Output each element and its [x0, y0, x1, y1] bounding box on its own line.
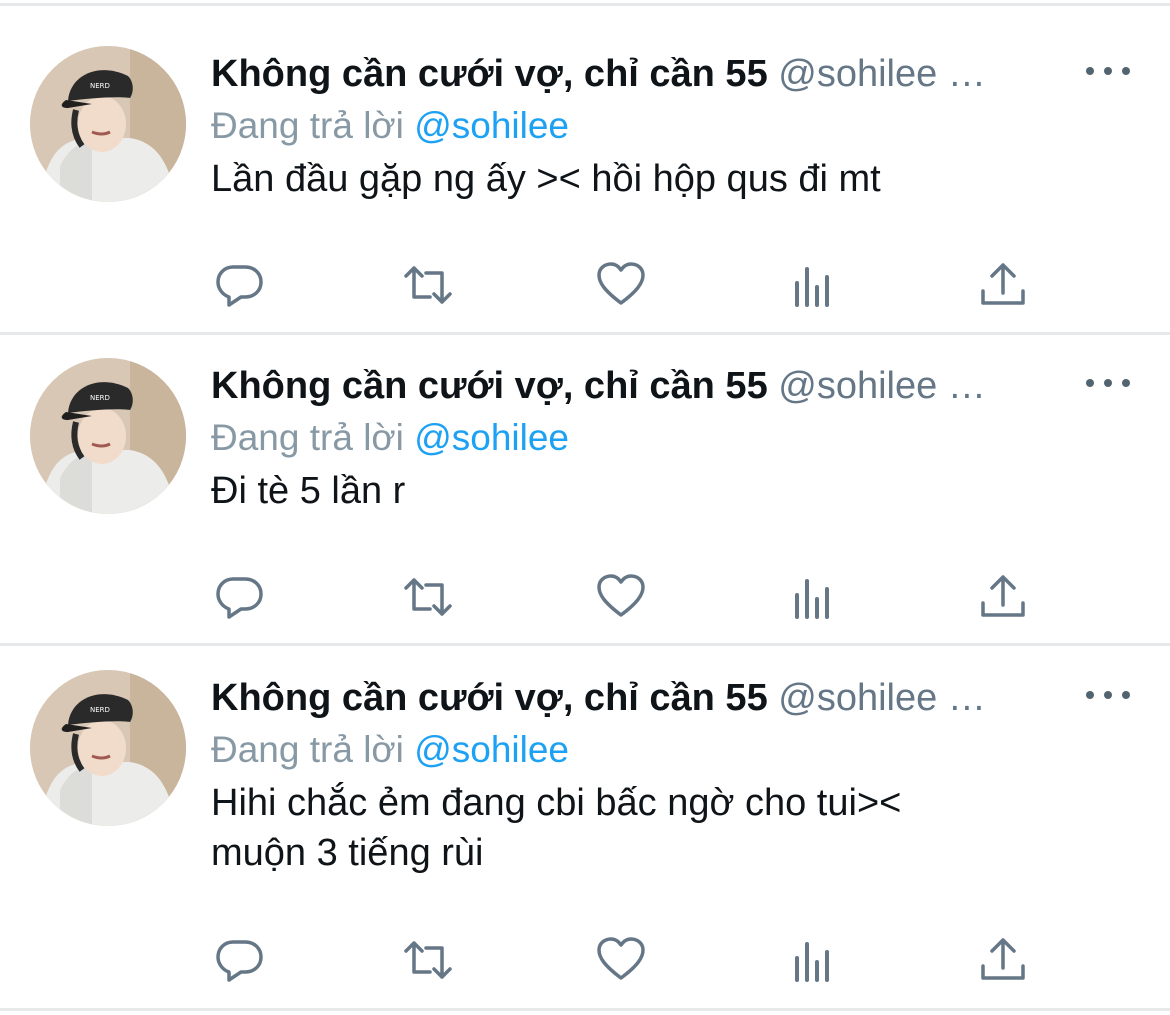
action-bar [0, 257, 1170, 313]
tweet-text-line: muộn 3 tiếng rùi [211, 832, 484, 874]
analytics-icon[interactable] [785, 569, 841, 625]
author-handle[interactable]: @sohilee … [778, 677, 986, 719]
tweet-text: Đi tè 5 lần r [211, 466, 1111, 516]
tweet-text-line: Hihi chắc ẻm đang cbi bấc ngờ cho tui>< [211, 782, 902, 824]
reply-icon[interactable] [211, 932, 267, 988]
reply-icon[interactable] [211, 569, 267, 625]
tweet[interactable]: NERD Không cần cưới vợ, chỉ cần 55 @sohi… [0, 32, 1170, 332]
divider [0, 332, 1170, 335]
tweet-header: Không cần cưới vợ, chỉ cần 55 @sohilee … [211, 50, 1091, 98]
avatar[interactable]: NERD [30, 358, 186, 514]
reply-mention[interactable]: @sohilee [414, 729, 569, 770]
divider [0, 3, 1170, 6]
author-name[interactable]: Không cần cưới vợ, chỉ cần 55 [211, 53, 768, 95]
action-bar [0, 932, 1170, 988]
tweet-header: Không cần cưới vợ, chỉ cần 55 @sohilee … [211, 362, 1091, 410]
author-name[interactable]: Không cần cưới vợ, chỉ cần 55 [211, 677, 768, 719]
action-bar [0, 569, 1170, 625]
share-icon[interactable] [975, 932, 1031, 988]
reply-context: Đang trả lời @sohilee [211, 102, 569, 150]
author-name[interactable]: Không cần cưới vợ, chỉ cần 55 [211, 365, 768, 407]
reply-icon[interactable] [211, 257, 267, 313]
tweet-text-line: Đi tè 5 lần r [211, 470, 406, 512]
tweet[interactable]: NERD Không cần cưới vợ, chỉ cần 55 @sohi… [0, 656, 1170, 1006]
avatar[interactable]: NERD [30, 670, 186, 826]
more-icon[interactable] [1086, 56, 1130, 86]
svg-text:NERD: NERD [90, 706, 110, 714]
tweet-text: Lần đầu gặp ng ấy >< hồi hộp qus đi mt [211, 154, 1111, 204]
tweet-text: Hihi chắc ẻm đang cbi bấc ngờ cho tui>< … [211, 778, 1111, 878]
tweet-feed: NERD Không cần cưới vợ, chỉ cần 55 @sohi… [0, 0, 1170, 1015]
heart-icon[interactable] [593, 257, 649, 313]
tweet-text-line: Lần đầu gặp ng ấy >< hồi hộp qus đi mt [211, 158, 881, 200]
reply-prefix: Đang trả lời [211, 105, 415, 146]
analytics-icon[interactable] [785, 932, 841, 988]
share-icon[interactable] [975, 257, 1031, 313]
reply-context: Đang trả lời @sohilee [211, 726, 569, 774]
share-icon[interactable] [975, 569, 1031, 625]
author-handle[interactable]: @sohilee … [778, 365, 986, 407]
author-handle[interactable]: @sohilee … [778, 53, 986, 95]
reply-context: Đang trả lời @sohilee [211, 414, 569, 462]
tweet[interactable]: NERD Không cần cưới vợ, chỉ cần 55 @sohi… [0, 344, 1170, 644]
divider [0, 643, 1170, 646]
retweet-icon[interactable] [400, 257, 456, 313]
reply-mention[interactable]: @sohilee [414, 105, 569, 146]
reply-prefix: Đang trả lời [211, 729, 415, 770]
svg-text:NERD: NERD [90, 82, 110, 90]
retweet-icon[interactable] [400, 932, 456, 988]
reply-mention[interactable]: @sohilee [414, 417, 569, 458]
heart-icon[interactable] [593, 932, 649, 988]
heart-icon[interactable] [593, 569, 649, 625]
tweet-header: Không cần cưới vợ, chỉ cần 55 @sohilee … [211, 674, 1091, 722]
avatar[interactable]: NERD [30, 46, 186, 202]
divider [0, 1008, 1170, 1011]
more-icon[interactable] [1086, 368, 1130, 398]
more-icon[interactable] [1086, 680, 1130, 710]
reply-prefix: Đang trả lời [211, 417, 415, 458]
analytics-icon[interactable] [785, 257, 841, 313]
svg-text:NERD: NERD [90, 394, 110, 402]
retweet-icon[interactable] [400, 569, 456, 625]
